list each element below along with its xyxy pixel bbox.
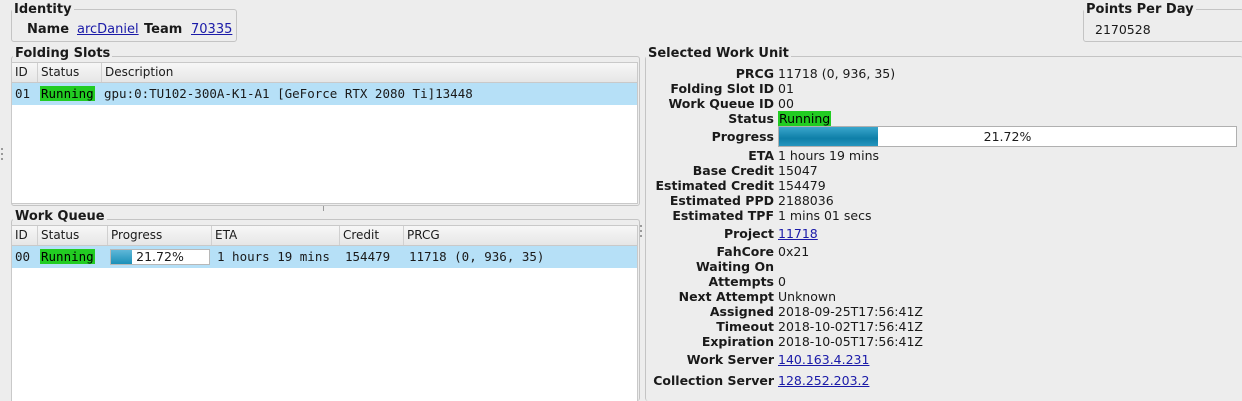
attempts-value: 0	[778, 274, 786, 289]
estimated-ppd-label: Estimated PPD	[669, 193, 774, 208]
status-label: Status	[728, 111, 774, 126]
estimated-tpf-value: 1 mins 01 secs	[778, 208, 872, 223]
project-label: Project	[723, 226, 774, 241]
status-value: Running	[778, 111, 832, 126]
column-header-status[interactable]: Status	[38, 63, 102, 82]
queue-progress-bar: 21.72%	[110, 249, 210, 265]
slot-status: Running	[40, 83, 95, 105]
name-link[interactable]: arcDaniel	[77, 22, 139, 37]
ppd-title: Points Per Day	[1084, 2, 1196, 17]
column-header-id[interactable]: ID	[12, 63, 38, 82]
table-header: ID Status Description	[12, 63, 637, 83]
assigned-value: 2018-09-25T17:56:41Z	[778, 304, 923, 319]
folding-slots-table: ID Status Description 01 Running gpu:0:T…	[11, 62, 638, 204]
table-header: ID Status Progress ETA Credit PRCG	[12, 226, 637, 246]
work-queue-id-value: 00	[778, 96, 794, 111]
timeout-label: Timeout	[716, 319, 774, 334]
column-header-eta[interactable]: ETA	[212, 226, 340, 245]
folding-slots-title: Folding Slots	[13, 46, 113, 61]
expiration-value: 2018-10-05T17:56:41Z	[778, 334, 923, 349]
fahcore-label: FahCore	[716, 244, 774, 259]
team-link[interactable]: 70335	[191, 22, 232, 37]
estimated-tpf-label: Estimated TPF	[672, 208, 774, 223]
team-label: Team	[144, 22, 183, 37]
next-attempt-label: Next Attempt	[678, 289, 774, 304]
status-badge: Running	[778, 111, 832, 126]
selected-work-unit-title: Selected Work Unit	[646, 46, 791, 61]
progress-label: Progress	[711, 129, 774, 144]
splitter-grip[interactable]	[1, 158, 3, 160]
progress-text: 21.72%	[983, 129, 1032, 144]
queue-eta: 1 hours 19 mins	[217, 249, 330, 264]
queue-id: 00	[15, 249, 31, 264]
identity-title: Identity	[12, 2, 74, 17]
queue-progress-text: 21.72%	[136, 249, 184, 264]
eta-value: 1 hours 19 mins	[778, 148, 880, 163]
work-queue-table: ID Status Progress ETA Credit PRCG 00 Ru…	[11, 225, 638, 401]
estimated-ppd-value: 2188036	[778, 193, 834, 208]
queue-prcg: 11718 (0, 936, 35)	[409, 249, 545, 264]
status-badge: Running	[40, 86, 95, 101]
queue-credit: 154479	[345, 249, 391, 264]
work-queue-title: Work Queue	[13, 209, 107, 224]
eta-label: ETA	[748, 148, 774, 163]
progress-bar: 21.72%	[778, 126, 1237, 147]
timeout-value: 2018-10-02T17:56:41Z	[778, 319, 923, 334]
name-label: Name	[27, 22, 70, 37]
collection-server-link[interactable]: 128.252.203.2	[778, 373, 869, 388]
work-server-label: Work Server	[686, 352, 774, 367]
column-header-progress[interactable]: Progress	[108, 226, 212, 245]
column-header-prcg[interactable]: PRCG	[404, 226, 637, 245]
prcg-label: PRCG	[735, 66, 774, 81]
splitter-grip[interactable]	[640, 230, 642, 232]
splitter-grip[interactable]	[640, 235, 642, 237]
base-credit-value: 15047	[778, 163, 818, 178]
column-header-id[interactable]: ID	[12, 226, 38, 245]
folding-slot-id-label: Folding Slot ID	[670, 81, 774, 96]
expiration-label: Expiration	[701, 334, 774, 349]
table-row[interactable]: 01 Running gpu:0:TU102-300A-K1-A1 [GeFor…	[12, 83, 637, 105]
work-server-link[interactable]: 140.163.4.231	[778, 352, 869, 367]
splitter-grip[interactable]	[1, 148, 3, 150]
estimated-credit-label: Estimated Credit	[655, 178, 774, 193]
prcg-value: 11718 (0, 936, 35)	[778, 66, 896, 81]
fahcore-value: 0x21	[778, 244, 810, 259]
status-badge: Running	[40, 249, 95, 264]
collection-server-label: Collection Server	[653, 373, 774, 388]
column-header-credit[interactable]: Credit	[340, 226, 404, 245]
splitter-grip[interactable]	[640, 225, 642, 227]
column-header-description[interactable]: Description	[102, 63, 637, 82]
work-queue-id-label: Work Queue ID	[668, 96, 774, 111]
folding-slot-id-value: 01	[778, 81, 794, 96]
project-link[interactable]: 11718	[778, 226, 818, 241]
waiting-on-label: Waiting On	[695, 259, 774, 274]
slot-description: gpu:0:TU102-300A-K1-A1 [GeForce RTX 2080…	[104, 86, 473, 101]
queue-status: Running	[40, 246, 95, 268]
estimated-credit-value: 154479	[778, 178, 826, 193]
slot-id: 01	[15, 86, 31, 101]
attempts-label: Attempts	[708, 274, 775, 289]
ppd-value: 2170528	[1095, 22, 1151, 37]
column-header-status[interactable]: Status	[38, 226, 108, 245]
base-credit-label: Base Credit	[692, 163, 774, 178]
assigned-label: Assigned	[709, 304, 774, 319]
splitter-grip[interactable]	[1, 153, 3, 155]
next-attempt-value: Unknown	[778, 289, 837, 304]
table-row[interactable]: 00 Running 21.72% 1 hours 19 mins 154479…	[12, 246, 637, 268]
